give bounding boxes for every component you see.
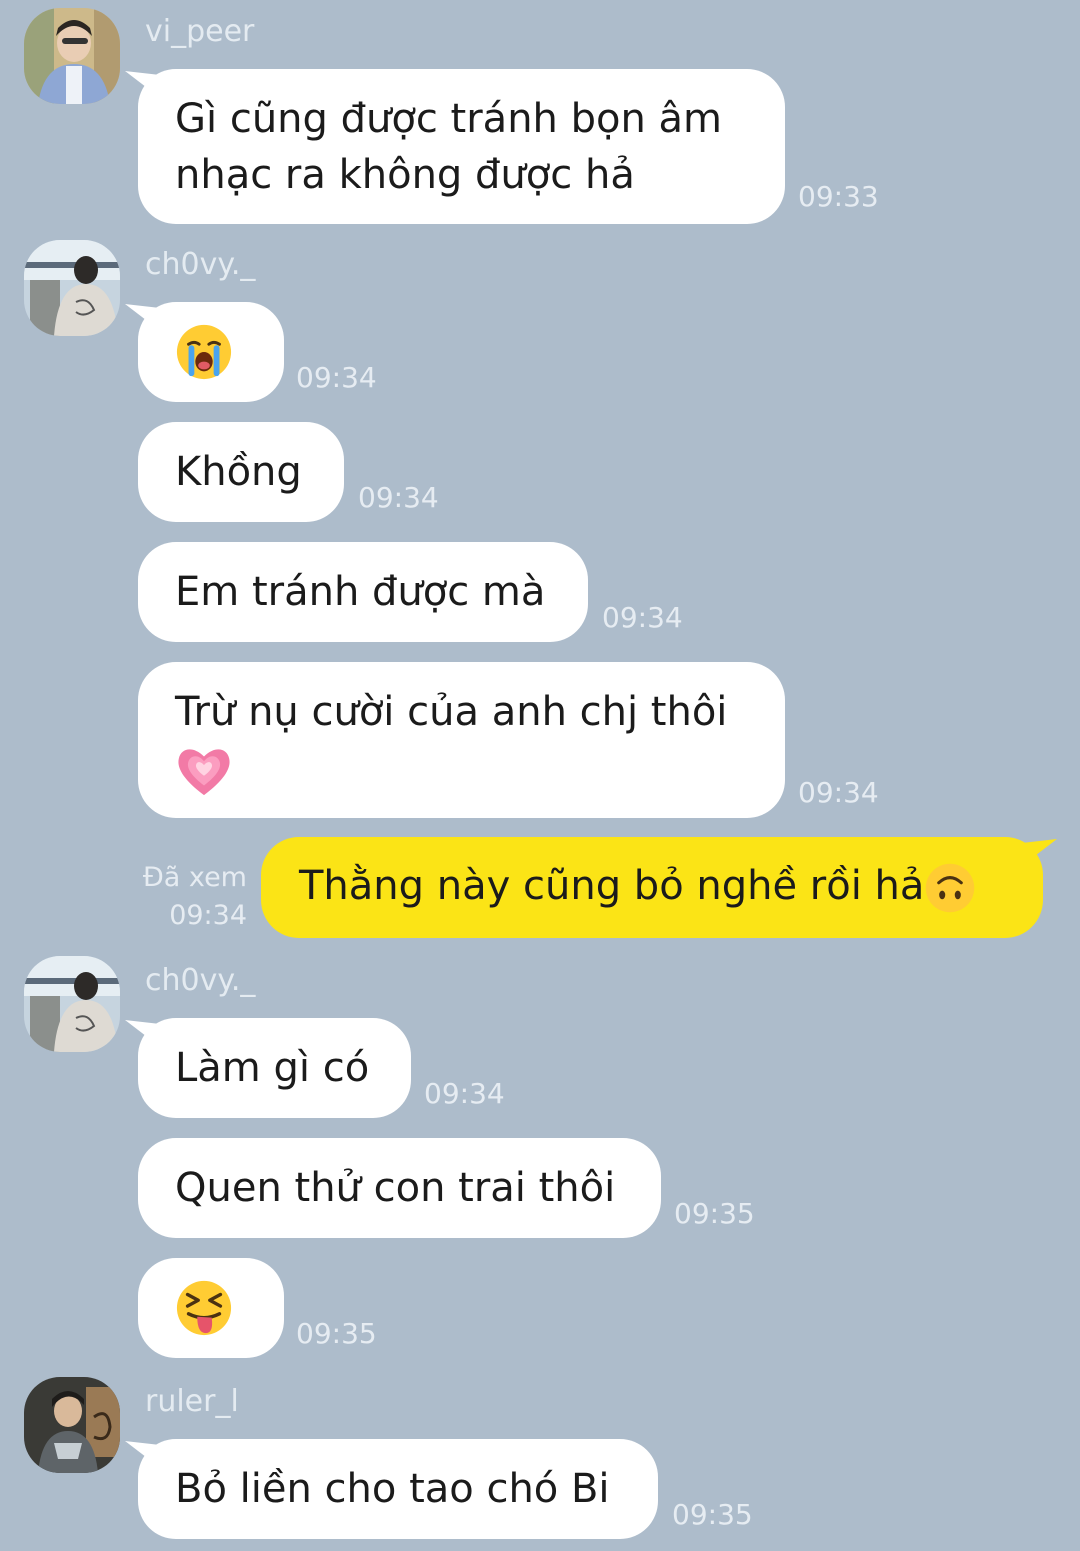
message-text: Làm gì có: [175, 1045, 370, 1091]
message-time: 09:34: [169, 900, 247, 931]
upside-down-face-icon: [924, 862, 976, 914]
message-text: nhạc ra không được hả: [175, 152, 635, 198]
message-time: 09:35: [672, 1498, 753, 1531]
message-bubble[interactable]: Em tránh được mà: [138, 542, 588, 642]
message-bubble[interactable]: Bỏ liền cho tao chó Bi: [138, 1439, 658, 1539]
message-bubble[interactable]: [138, 302, 284, 402]
message-text: Khồng: [175, 449, 302, 495]
message-text: Trừ nụ cười của anh chj thôi: [175, 689, 728, 735]
avatar-ruler-l[interactable]: [24, 1377, 120, 1473]
message-text: Thằng này cũng bỏ nghề rồi hả: [299, 863, 925, 909]
message-bubble[interactable]: Gì cũng được tránh bọn âm nhạc ra không …: [138, 69, 785, 224]
message-text: Gì cũng được tránh bọn âm: [175, 96, 723, 142]
avatar-vi-peer[interactable]: [24, 8, 120, 104]
squinting-face-with-tongue-icon: [175, 1279, 233, 1337]
growing-heart-icon: [175, 741, 233, 799]
message-text: Em tránh được mà: [175, 569, 546, 615]
seen-label: Đã xem: [142, 862, 247, 893]
message-time: 09:34: [798, 776, 879, 809]
sender-name: vi_peer: [145, 14, 255, 49]
message-bubble[interactable]: Quen thử con trai thôi: [138, 1138, 661, 1238]
message-bubble[interactable]: Làm gì có: [138, 1018, 411, 1118]
loudly-crying-face-icon: [175, 323, 233, 381]
message-time: 09:34: [424, 1077, 505, 1110]
sender-name: ch0vy._: [145, 247, 256, 282]
read-receipt: Đã xem 09:34: [130, 859, 247, 935]
avatar-ch0vy[interactable]: [24, 240, 120, 336]
message-text: Quen thử con trai thôi: [175, 1165, 616, 1211]
message-bubble[interactable]: [138, 1258, 284, 1358]
sender-name: ruler_l: [145, 1384, 239, 1419]
message-time: 09:34: [296, 361, 377, 394]
message-time: 09:34: [602, 601, 683, 634]
avatar-ch0vy[interactable]: [24, 956, 120, 1052]
message-time: 09:35: [296, 1317, 377, 1350]
message-bubble-outgoing[interactable]: Thằng này cũng bỏ nghề rồi hả: [261, 837, 1043, 938]
message-time: 09:33: [798, 180, 879, 213]
message-time: 09:34: [358, 481, 439, 514]
message-text: Bỏ liền cho tao chó Bi: [175, 1466, 610, 1512]
message-bubble[interactable]: Khồng: [138, 422, 344, 522]
message-bubble[interactable]: Trừ nụ cười của anh chj thôi: [138, 662, 785, 818]
message-time: 09:35: [674, 1197, 755, 1230]
sender-name: ch0vy._: [145, 963, 256, 998]
